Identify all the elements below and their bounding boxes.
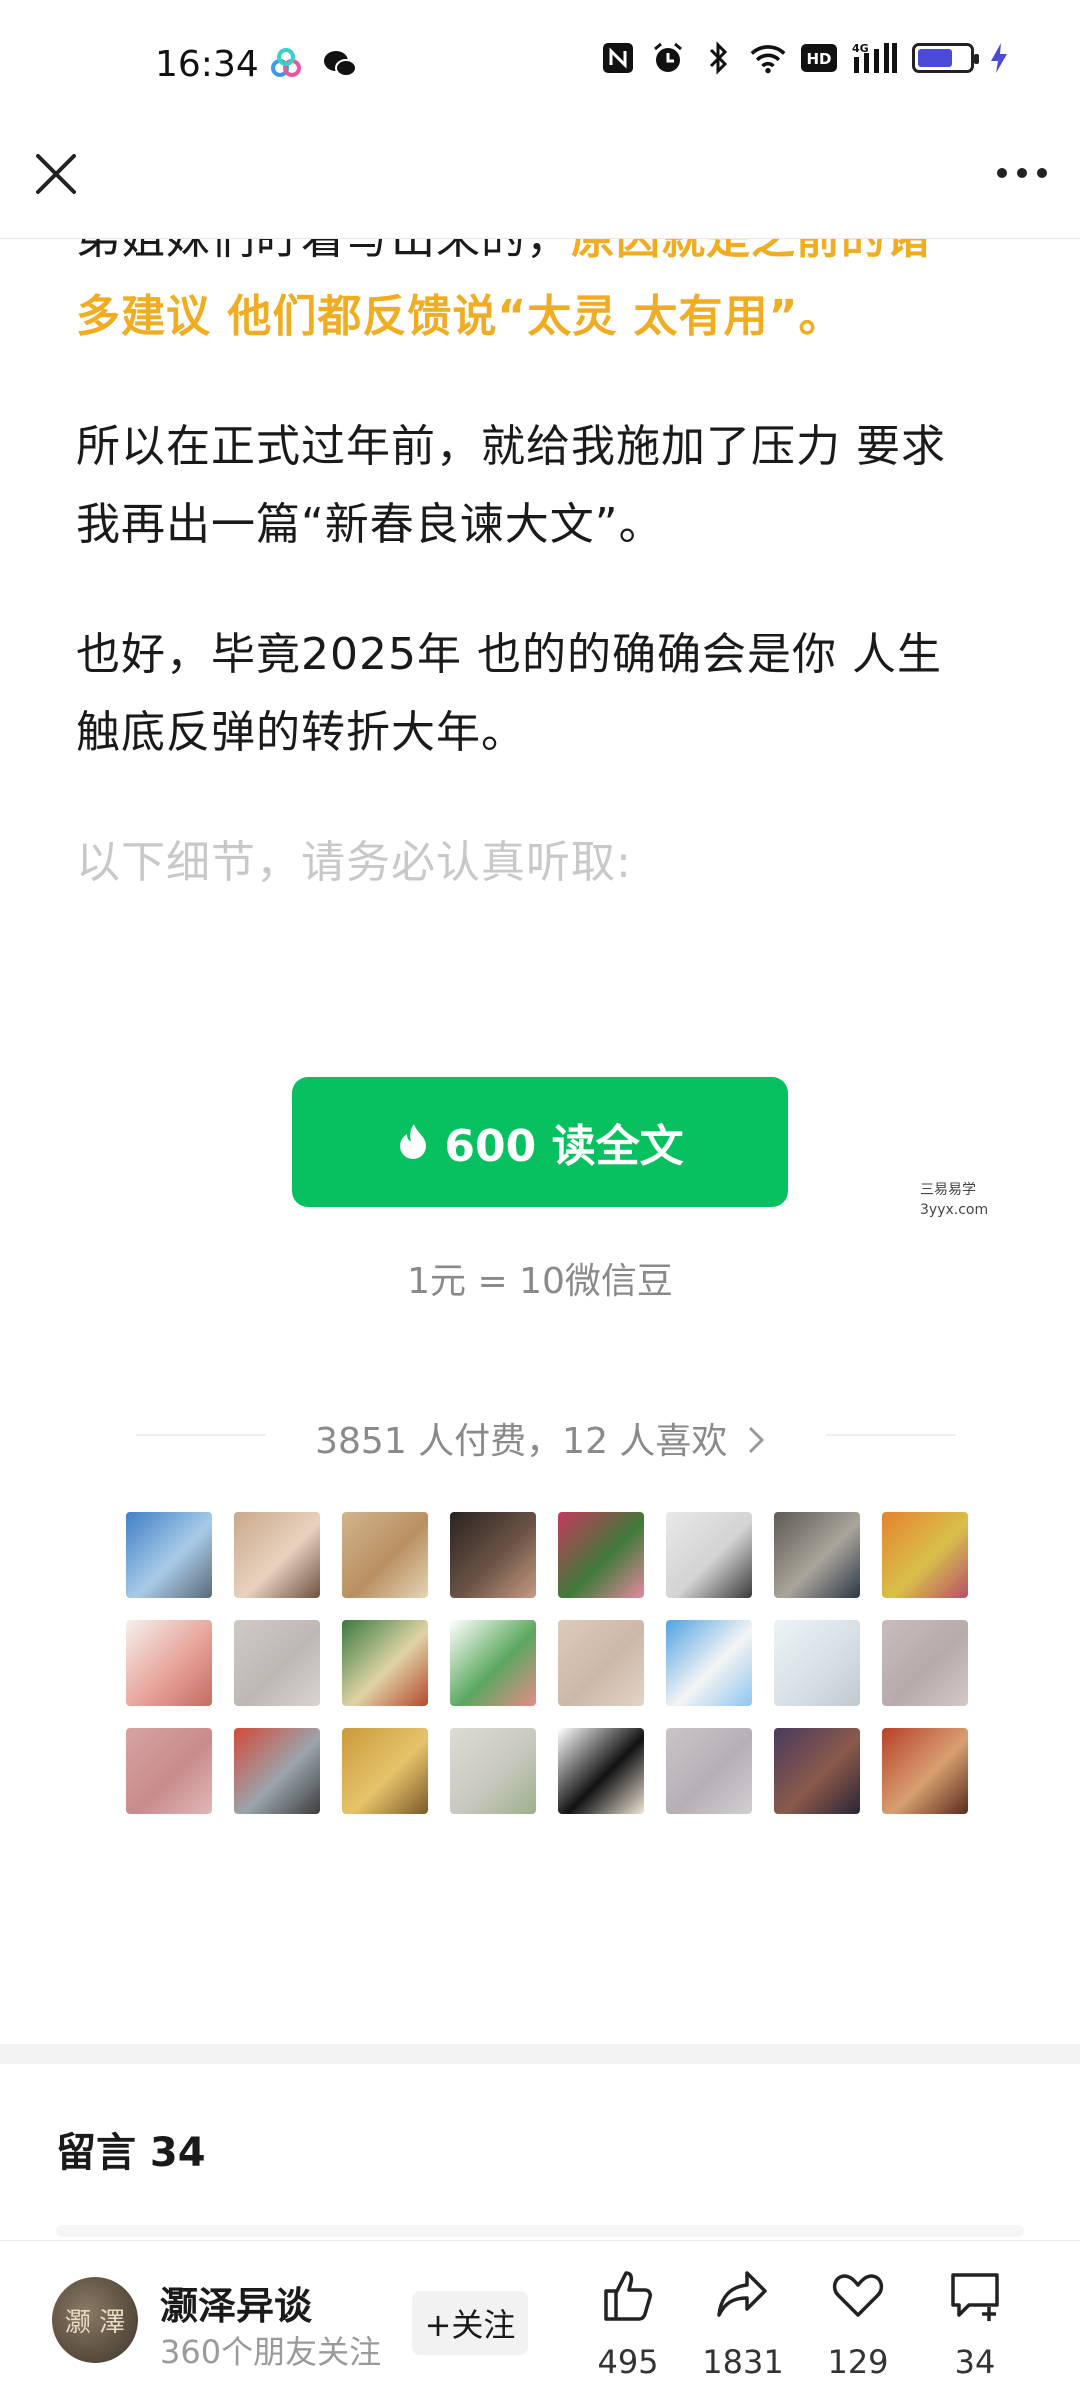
author-avatar[interactable]: 灏 澤 xyxy=(52,2277,138,2363)
status-right: HD 4G xyxy=(600,40,1010,76)
author-followers: 360个朋友关注 xyxy=(160,2333,382,2371)
chevron-right-icon xyxy=(747,1423,765,1464)
flame-icon xyxy=(400,1124,427,1159)
article-paragraph-3: 也好，毕竟2025年 也的的确确会是你 人生 触底反弹的转折大年。 xyxy=(76,616,1016,772)
payer-avatar[interactable] xyxy=(882,1512,968,1598)
article-paragraph-faded: 以下细节，请务必认真听取: xyxy=(76,837,632,888)
payer-avatar[interactable] xyxy=(342,1728,428,1814)
share-button[interactable]: 1831 xyxy=(693,2267,793,2381)
bluetooth-icon xyxy=(700,40,736,76)
article-text: 所以在正式过年前，就给我施加了压力 要求 xyxy=(76,421,946,472)
heart-icon xyxy=(832,2274,884,2317)
article-text: 触底反弹的转折大年。 xyxy=(76,707,526,758)
payer-avatar[interactable] xyxy=(558,1620,644,1706)
payer-avatar[interactable] xyxy=(882,1728,968,1814)
payers-summary-text: 3851 人付费，12 人喜欢 xyxy=(315,1421,728,1462)
more-icon xyxy=(997,168,1047,178)
payer-avatar[interactable] xyxy=(234,1728,320,1814)
favorite-count: 129 xyxy=(827,2343,889,2381)
comments-title: 留言 34 xyxy=(56,2130,206,2176)
author-name[interactable]: 灏泽异谈 xyxy=(160,2275,312,2330)
payer-avatar[interactable] xyxy=(774,1512,860,1598)
share-icon xyxy=(717,2271,767,2317)
read-full-article-button[interactable]: 600 读全文 xyxy=(292,1077,788,1207)
status-app-icons xyxy=(268,46,358,82)
watermark: 三易易学 3yyx.com xyxy=(920,1180,988,1220)
article-text: 也好，毕竟2025年 也的的确确会是你 人生 xyxy=(76,629,942,680)
close-button[interactable] xyxy=(26,144,86,204)
watermark-line: 3yyx.com xyxy=(920,1202,989,1218)
comment-count: 34 xyxy=(954,2343,996,2381)
payer-avatar[interactable] xyxy=(774,1620,860,1706)
charging-icon xyxy=(988,40,1010,76)
payer-avatar[interactable] xyxy=(882,1620,968,1706)
article-text: 我再出一篇“新春良谏大文”。 xyxy=(76,499,664,550)
hd-icon: HD xyxy=(800,40,838,76)
payers-summary-link[interactable]: 3851 人付费，12 人喜欢 xyxy=(0,1412,1080,1464)
alarm-icon xyxy=(650,40,686,76)
favorite-button[interactable]: 129 xyxy=(808,2267,908,2381)
bottom-bar: 灏 澤 灏泽异谈 360个朋友关注 +关注 495 1831 129 34 xyxy=(0,2240,1080,2401)
top-nav xyxy=(0,130,1080,239)
section-separator xyxy=(0,2044,1080,2064)
status-bar: 16:34 HD 4G xyxy=(0,0,1080,130)
status-time: 16:34 xyxy=(155,44,259,85)
payer-avatar[interactable] xyxy=(450,1512,536,1598)
more-button[interactable] xyxy=(992,158,1052,188)
comment-add-icon xyxy=(951,2273,999,2321)
app-notification-icon xyxy=(268,46,304,82)
payer-avatar[interactable] xyxy=(558,1728,644,1814)
payer-avatar[interactable] xyxy=(666,1728,752,1814)
payer-avatar[interactable] xyxy=(342,1620,428,1706)
article-body: 弟姐妹们盯着写出来的，原因就是之前的诸 多建议 他们都反馈说“太灵 太有用”。 … xyxy=(76,213,1016,954)
svg-text:HD: HD xyxy=(806,50,831,68)
share-count: 1831 xyxy=(702,2343,784,2381)
price-note: 1元 = 10微信豆 xyxy=(407,1261,673,1302)
svg-text:灏 澤: 灏 澤 xyxy=(65,2308,125,2338)
payer-avatar[interactable] xyxy=(666,1512,752,1598)
like-button[interactable]: 495 xyxy=(578,2267,678,2381)
signal-icon: 4G xyxy=(852,40,898,76)
payer-avatar[interactable] xyxy=(234,1620,320,1706)
payer-avatar[interactable] xyxy=(450,1620,536,1706)
payer-avatar[interactable] xyxy=(342,1512,428,1598)
wechat-icon xyxy=(322,46,358,82)
thumbs-up-icon xyxy=(604,2271,652,2321)
nfc-icon xyxy=(600,40,636,76)
payer-avatar[interactable] xyxy=(126,1620,212,1706)
payer-avatar[interactable] xyxy=(666,1620,752,1706)
battery-icon xyxy=(912,43,979,73)
payer-avatar[interactable] xyxy=(126,1728,212,1814)
payer-avatar-grid xyxy=(126,1512,970,1814)
comment-button[interactable]: 34 xyxy=(925,2267,1025,2381)
comment-area[interactable] xyxy=(56,2225,1024,2237)
follow-button[interactable]: +关注 xyxy=(412,2291,528,2355)
article-paragraph-2: 所以在正式过年前，就给我施加了压力 要求 我再出一篇“新春良谏大文”。 xyxy=(76,408,1016,564)
close-icon xyxy=(36,154,76,194)
read-full-article-label: 600 读全文 xyxy=(444,1121,684,1172)
like-count: 495 xyxy=(597,2343,659,2381)
payer-avatar[interactable] xyxy=(126,1512,212,1598)
payer-avatar[interactable] xyxy=(774,1728,860,1814)
payer-avatar[interactable] xyxy=(450,1728,536,1814)
wifi-icon xyxy=(750,40,786,76)
payer-avatar[interactable] xyxy=(558,1512,644,1598)
article-highlight: 多建议 他们都反馈说“太灵 太有用”。 xyxy=(76,291,844,342)
watermark-line: 三易易学 xyxy=(920,1182,976,1198)
payer-avatar[interactable] xyxy=(234,1512,320,1598)
